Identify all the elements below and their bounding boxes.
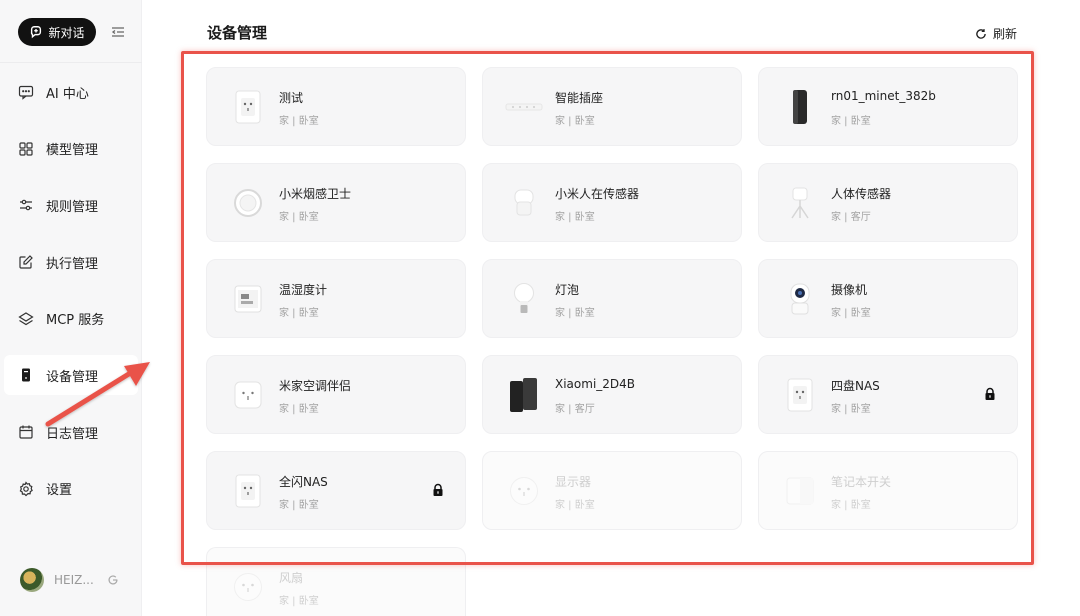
avatar[interactable] <box>20 568 44 592</box>
sliders-icon <box>20 200 32 211</box>
user-profile[interactable]: HEIZ... <box>20 568 120 592</box>
sidebar-item-label: 模型管理 <box>46 143 99 159</box>
sidebar: 新对话 AI 中心 模型管理 规则管理 执行管理 MCP 服务 设备管理 日志管… <box>0 0 142 616</box>
annotation-arrow <box>45 362 150 427</box>
collapse-sidebar-icon[interactable] <box>110 24 126 40</box>
grid-icon <box>19 142 33 156</box>
device-location: 家 | 卧室 <box>279 596 319 607</box>
device-name: 风扇 <box>279 571 304 585</box>
edit-icon <box>19 255 33 269</box>
wall-socket-icon <box>229 568 267 606</box>
sidebar-item-execution[interactable]: 执行管理 <box>4 242 138 282</box>
refresh-label: 刷新 <box>993 27 1018 41</box>
highlight-box <box>181 51 1034 565</box>
layers-icon <box>18 312 34 325</box>
gear-icon <box>19 481 33 497</box>
page-title: 设备管理 <box>207 24 268 42</box>
logout-icon[interactable] <box>106 573 120 587</box>
user-name: HEIZ... <box>54 573 94 587</box>
new-chat-button[interactable]: 新对话 <box>18 18 96 46</box>
sidebar-item-models[interactable]: 模型管理 <box>4 129 138 169</box>
sidebar-item-ai-center[interactable]: AI 中心 <box>4 72 138 112</box>
calendar-icon <box>19 425 33 439</box>
sidebar-item-label: 规则管理 <box>46 199 99 215</box>
sidebar-item-label: MCP 服务 <box>46 313 105 329</box>
refresh-button[interactable]: 刷新 <box>975 25 1017 42</box>
sidebar-item-label: 执行管理 <box>46 256 99 272</box>
device-icon <box>22 368 30 382</box>
sidebar-item-mcp[interactable]: MCP 服务 <box>4 299 138 339</box>
refresh-icon <box>976 28 986 39</box>
sidebar-item-settings[interactable]: 设置 <box>4 469 138 509</box>
sidebar-item-label: AI 中心 <box>46 86 89 102</box>
chat-icon <box>18 85 34 100</box>
sidebar-item-label: 设置 <box>46 483 73 499</box>
new-chat-icon <box>31 26 42 39</box>
sidebar-nav: AI 中心 模型管理 规则管理 执行管理 MCP 服务 设备管理 日志管理 设置 <box>4 72 138 526</box>
sidebar-divider <box>0 62 142 63</box>
new-chat-label: 新对话 <box>48 25 85 40</box>
sidebar-item-rules[interactable]: 规则管理 <box>4 185 138 225</box>
